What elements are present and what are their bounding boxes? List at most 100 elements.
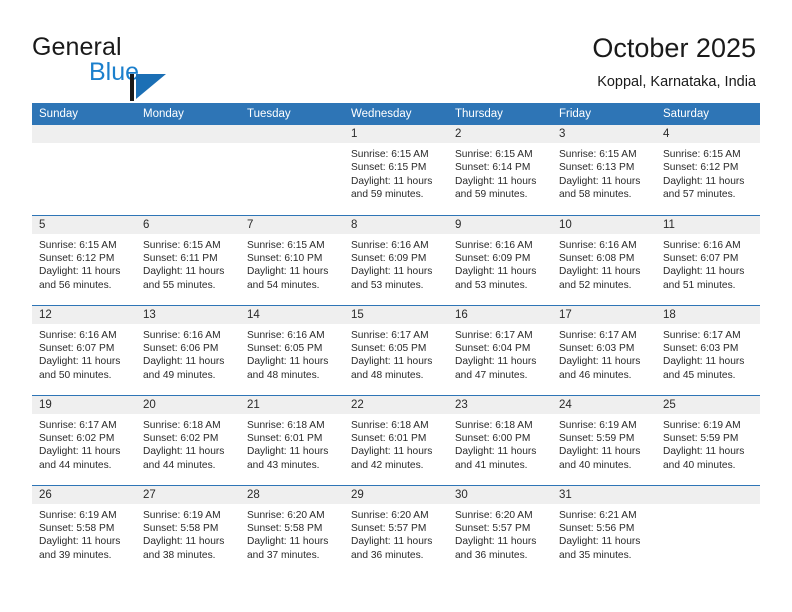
sunset-text: Sunset: 6:13 PM xyxy=(559,162,635,174)
day-details: Sunrise: 6:16 AM Sunset: 6:08 PM Daylight:… xyxy=(552,234,656,293)
daylight-text: Daylight: 11 hours and 51 minutes. xyxy=(663,266,745,291)
day-cell-inner: 4 Sunrise: 6:15 AM Sunset: 6:12 PM Daylight… xyxy=(656,125,760,215)
day-number: 8 xyxy=(344,215,448,234)
day-details: Sunrise: 6:16 AM Sunset: 6:09 PM Daylight:… xyxy=(448,234,552,293)
day-number xyxy=(656,485,760,504)
calendar-day-cell[interactable]: 23 Sunrise: 6:18 AM Sunset: 6:00 PM Dayligh… xyxy=(448,394,552,485)
day-details: Sunrise: 6:20 AM Sunset: 5:57 PM Daylight:… xyxy=(344,504,448,563)
day-details: Sunrise: 6:21 AM Sunset: 5:56 PM Daylight:… xyxy=(552,504,656,563)
sunset-text: Sunset: 6:01 PM xyxy=(247,432,323,444)
calendar-day-cell[interactable]: 21 Sunrise: 6:18 AM Sunset: 6:01 PM Dayligh… xyxy=(240,394,344,485)
calendar-day-cell[interactable]: 10 Sunrise: 6:16 AM Sunset: 6:08 PM Dayligh… xyxy=(552,214,656,305)
sunrise-text: Sunrise: 6:16 AM xyxy=(455,239,533,251)
daylight-text: Daylight: 11 hours and 54 minutes. xyxy=(247,266,329,291)
day-details: Sunrise: 6:15 AM Sunset: 6:12 PM Daylight:… xyxy=(32,234,136,293)
sunrise-text: Sunrise: 6:20 AM xyxy=(247,509,325,521)
calendar-day-cell[interactable]: 11 Sunrise: 6:16 AM Sunset: 6:07 PM Dayligh… xyxy=(656,214,760,305)
day-cell-inner: 15 Sunrise: 6:17 AM Sunset: 6:05 PM Dayligh… xyxy=(344,305,448,395)
daylight-text: Daylight: 11 hours and 45 minutes. xyxy=(663,356,745,381)
calendar-day-cell[interactable]: 27 Sunrise: 6:19 AM Sunset: 5:58 PM Dayligh… xyxy=(136,484,240,576)
calendar-day-cell[interactable]: 26 Sunrise: 6:19 AM Sunset: 5:58 PM Dayligh… xyxy=(32,484,136,576)
day-cell-inner: 27 Sunrise: 6:19 AM Sunset: 5:58 PM Dayligh… xyxy=(136,485,240,576)
sunset-text: Sunset: 6:02 PM xyxy=(143,432,219,444)
day-details: Sunrise: 6:16 AM Sunset: 6:09 PM Daylight:… xyxy=(344,234,448,293)
day-cell-inner: 7 Sunrise: 6:15 AM Sunset: 6:10 PM Daylight… xyxy=(240,215,344,305)
day-number: 25 xyxy=(656,395,760,414)
sunset-text: Sunset: 6:04 PM xyxy=(455,342,531,354)
calendar-day-cell[interactable]: 19 Sunrise: 6:17 AM Sunset: 6:02 PM Dayligh… xyxy=(32,394,136,485)
calendar-day-cell[interactable]: 29 Sunrise: 6:20 AM Sunset: 5:57 PM Dayligh… xyxy=(344,484,448,575)
sunrise-text: Sunrise: 6:17 AM xyxy=(663,329,741,341)
day-details xyxy=(32,143,136,148)
sunrise-text: Sunrise: 6:17 AM xyxy=(351,329,429,341)
calendar-day-cell[interactable]: 22 Sunrise: 6:18 AM Sunset: 6:01 PM Dayligh… xyxy=(344,394,448,485)
day-details: Sunrise: 6:15 AM Sunset: 6:13 PM Daylight:… xyxy=(552,143,656,202)
day-details: Sunrise: 6:15 AM Sunset: 6:10 PM Daylight:… xyxy=(240,234,344,293)
calendar-day-cell[interactable]: 14 Sunrise: 6:16 AM Sunset: 6:05 PM Dayligh… xyxy=(240,304,344,395)
calendar-day-cell[interactable]: 5 Sunrise: 6:15 AM Sunset: 6:12 PM Daylight… xyxy=(32,214,136,305)
calendar-day-cell[interactable]: 31 Sunrise: 6:21 AM Sunset: 5:56 PM Dayligh… xyxy=(552,484,656,575)
sunrise-text: Sunrise: 6:16 AM xyxy=(143,329,221,341)
day-cell-inner: 24 Sunrise: 6:19 AM Sunset: 5:59 PM Dayligh… xyxy=(552,395,656,485)
calendar-day-cell[interactable]: 17 Sunrise: 6:17 AM Sunset: 6:03 PM Dayligh… xyxy=(552,304,656,395)
calendar-day-cell[interactable]: 4 Sunrise: 6:15 AM Sunset: 6:12 PM Daylight… xyxy=(656,125,760,215)
calendar-day-cell[interactable]: 16 Sunrise: 6:17 AM Sunset: 6:04 PM Dayligh… xyxy=(448,304,552,395)
day-cell-inner: 23 Sunrise: 6:18 AM Sunset: 6:00 PM Dayligh… xyxy=(448,395,552,485)
sunrise-text: Sunrise: 6:18 AM xyxy=(143,419,221,431)
day-cell-inner: 9 Sunrise: 6:16 AM Sunset: 6:09 PM Daylight… xyxy=(448,215,552,305)
day-cell-inner: 3 Sunrise: 6:15 AM Sunset: 6:13 PM Daylight… xyxy=(552,125,656,215)
calendar-day-cell[interactable]: 1 Sunrise: 6:15 AM Sunset: 6:15 PM Daylight… xyxy=(344,125,448,215)
calendar-day-cell[interactable]: 20 Sunrise: 6:18 AM Sunset: 6:02 PM Dayligh… xyxy=(136,394,240,485)
calendar-day-cell-empty xyxy=(240,125,344,215)
daylight-text: Daylight: 11 hours and 36 minutes. xyxy=(351,536,433,561)
daylight-text: Daylight: 11 hours and 42 minutes. xyxy=(351,446,433,471)
calendar-day-cell[interactable]: 8 Sunrise: 6:16 AM Sunset: 6:09 PM Daylight… xyxy=(344,214,448,305)
day-cell-inner: 22 Sunrise: 6:18 AM Sunset: 6:01 PM Dayligh… xyxy=(344,395,448,485)
day-number: 18 xyxy=(656,305,760,324)
day-details: Sunrise: 6:19 AM Sunset: 5:58 PM Daylight:… xyxy=(136,504,240,563)
sunset-text: Sunset: 6:07 PM xyxy=(39,342,115,354)
sunset-text: Sunset: 5:57 PM xyxy=(455,522,531,534)
calendar-day-cell[interactable]: 9 Sunrise: 6:16 AM Sunset: 6:09 PM Daylight… xyxy=(448,214,552,305)
brand-logo[interactable]: General Blue xyxy=(32,33,262,101)
calendar-day-cell[interactable]: 6 Sunrise: 6:15 AM Sunset: 6:11 PM Daylight… xyxy=(136,214,240,305)
day-number: 16 xyxy=(448,305,552,324)
day-details: Sunrise: 6:16 AM Sunset: 6:07 PM Daylight:… xyxy=(32,324,136,383)
sunset-text: Sunset: 5:57 PM xyxy=(351,522,427,534)
day-details: Sunrise: 6:17 AM Sunset: 6:04 PM Daylight:… xyxy=(448,324,552,383)
calendar-day-cell[interactable]: 3 Sunrise: 6:15 AM Sunset: 6:13 PM Daylight… xyxy=(552,125,656,215)
calendar-day-cell[interactable]: 2 Sunrise: 6:15 AM Sunset: 6:14 PM Daylight… xyxy=(448,125,552,215)
sunrise-text: Sunrise: 6:16 AM xyxy=(39,329,117,341)
calendar-week-row: 5 Sunrise: 6:15 AM Sunset: 6:12 PM Daylight… xyxy=(32,214,760,305)
sunset-text: Sunset: 6:06 PM xyxy=(143,342,219,354)
calendar-day-cell[interactable]: 25 Sunrise: 6:19 AM Sunset: 5:59 PM Dayligh… xyxy=(656,394,760,485)
calendar-day-cell[interactable]: 24 Sunrise: 6:19 AM Sunset: 5:59 PM Dayligh… xyxy=(552,394,656,485)
day-number: 10 xyxy=(552,215,656,234)
weekday-header-thursday: Thursday xyxy=(448,103,552,125)
day-cell-inner: 25 Sunrise: 6:19 AM Sunset: 5:59 PM Dayligh… xyxy=(656,395,760,485)
sunset-text: Sunset: 6:14 PM xyxy=(455,162,531,174)
calendar-day-cell[interactable]: 28 Sunrise: 6:20 AM Sunset: 5:58 PM Dayligh… xyxy=(240,484,344,575)
calendar-day-cell[interactable]: 12 Sunrise: 6:16 AM Sunset: 6:07 PM Dayligh… xyxy=(32,304,136,395)
daylight-text: Daylight: 11 hours and 58 minutes. xyxy=(559,175,641,201)
daylight-text: Daylight: 11 hours and 38 minutes. xyxy=(143,536,225,561)
calendar-week-row: 26 Sunrise: 6:19 AM Sunset: 5:58 PM Dayligh… xyxy=(32,484,760,576)
daylight-text: Daylight: 11 hours and 48 minutes. xyxy=(247,356,329,381)
calendar-day-cell[interactable]: 15 Sunrise: 6:17 AM Sunset: 6:05 PM Dayligh… xyxy=(344,304,448,395)
calendar-day-cell[interactable]: 13 Sunrise: 6:16 AM Sunset: 6:06 PM Dayligh… xyxy=(136,304,240,395)
sunrise-text: Sunrise: 6:20 AM xyxy=(351,509,429,521)
calendar-day-cell[interactable]: 18 Sunrise: 6:17 AM Sunset: 6:03 PM Dayligh… xyxy=(656,304,760,395)
calendar-day-cell[interactable]: 30 Sunrise: 6:20 AM Sunset: 5:57 PM Dayligh… xyxy=(448,484,552,575)
day-details xyxy=(240,143,344,148)
day-cell-inner: 26 Sunrise: 6:19 AM Sunset: 5:58 PM Dayligh… xyxy=(32,485,136,576)
calendar-day-cell[interactable]: 7 Sunrise: 6:15 AM Sunset: 6:10 PM Daylight… xyxy=(240,214,344,305)
day-cell-inner xyxy=(136,125,240,215)
day-cell-inner: 13 Sunrise: 6:16 AM Sunset: 6:06 PM Dayligh… xyxy=(136,305,240,395)
day-cell-inner: 6 Sunrise: 6:15 AM Sunset: 6:11 PM Daylight… xyxy=(136,215,240,305)
title-block: October 2025 Koppal, Karnataka, India xyxy=(592,32,756,91)
daylight-text: Daylight: 11 hours and 39 minutes. xyxy=(39,536,121,561)
sunset-text: Sunset: 5:58 PM xyxy=(247,522,323,534)
day-number: 29 xyxy=(344,485,448,504)
calendar-header-row: Sunday Monday Tuesday Wednesday Thursday Frid… xyxy=(32,103,760,125)
sunset-text: Sunset: 5:59 PM xyxy=(663,432,739,444)
